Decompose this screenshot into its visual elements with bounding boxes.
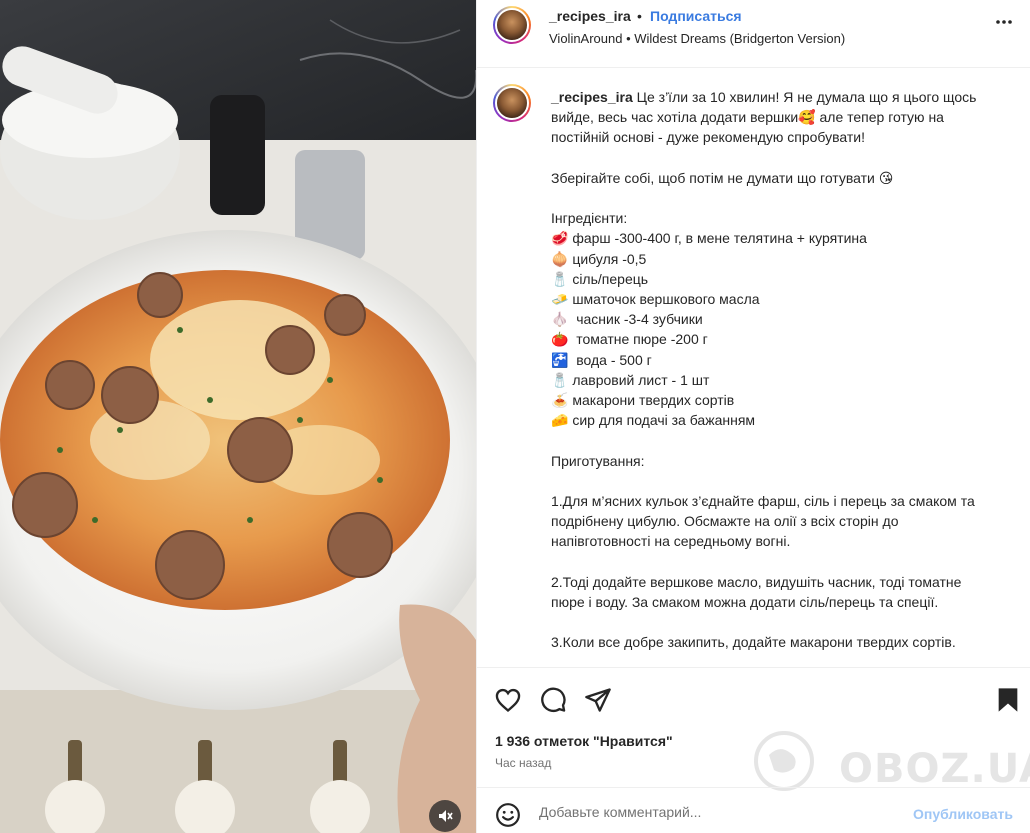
caption-body: Це з’їли за 10 хвилин! Я не думала що я … <box>551 89 977 651</box>
watermark-logo: OBOZ.UA <box>739 730 1030 792</box>
follow-button[interactable]: Подписаться <box>650 8 742 24</box>
heart-icon <box>495 688 521 713</box>
share-icon <box>585 688 611 712</box>
comment-icon <box>541 687 566 713</box>
more-horizontal-icon <box>996 20 1012 24</box>
bookmark-icon <box>998 688 1018 712</box>
smiley-icon <box>496 803 520 827</box>
watermark-text: OBOZ.UA <box>839 746 1030 792</box>
caption-avatar[interactable] <box>493 84 531 122</box>
emoji-button[interactable] <box>495 802 521 833</box>
food-photo <box>0 0 476 833</box>
username-link[interactable]: _recipes_ira <box>549 8 631 24</box>
comment-bar: Опубликовать <box>477 787 1030 833</box>
post-panel: _recipes_ira • Подписаться ViolinAround … <box>476 0 1030 833</box>
audio-link[interactable]: ViolinAround • Wildest Dreams (Bridgerto… <box>549 31 845 46</box>
share-button[interactable] <box>584 686 612 719</box>
action-bar <box>477 680 1030 720</box>
comments-area[interactable]: _recipes_ira Це з’їли за 10 хвилин! Я не… <box>477 68 1030 668</box>
save-button[interactable] <box>995 686 1021 719</box>
comment-input[interactable] <box>539 800 899 824</box>
avatar[interactable] <box>493 6 531 44</box>
like-button[interactable] <box>494 686 522 719</box>
post-media[interactable] <box>0 0 476 833</box>
publish-button[interactable]: Опубликовать <box>913 806 1013 822</box>
separator-dot: • <box>637 8 642 24</box>
more-options-button[interactable] <box>995 13 1013 37</box>
mute-button[interactable] <box>429 800 461 832</box>
globe-logo-icon <box>754 731 814 791</box>
post-time[interactable]: Час назад <box>495 756 551 770</box>
caption-username[interactable]: _recipes_ira <box>551 89 633 105</box>
post-header: _recipes_ira • Подписаться ViolinAround … <box>477 0 1030 68</box>
likes-count[interactable]: 1 936 отметок "Нравится" <box>495 733 673 749</box>
comment-button[interactable] <box>539 686 567 719</box>
caption-text: _recipes_ira Це з’їли за 10 хвилин! Я не… <box>551 87 991 653</box>
muted-speaker-icon <box>439 810 453 822</box>
